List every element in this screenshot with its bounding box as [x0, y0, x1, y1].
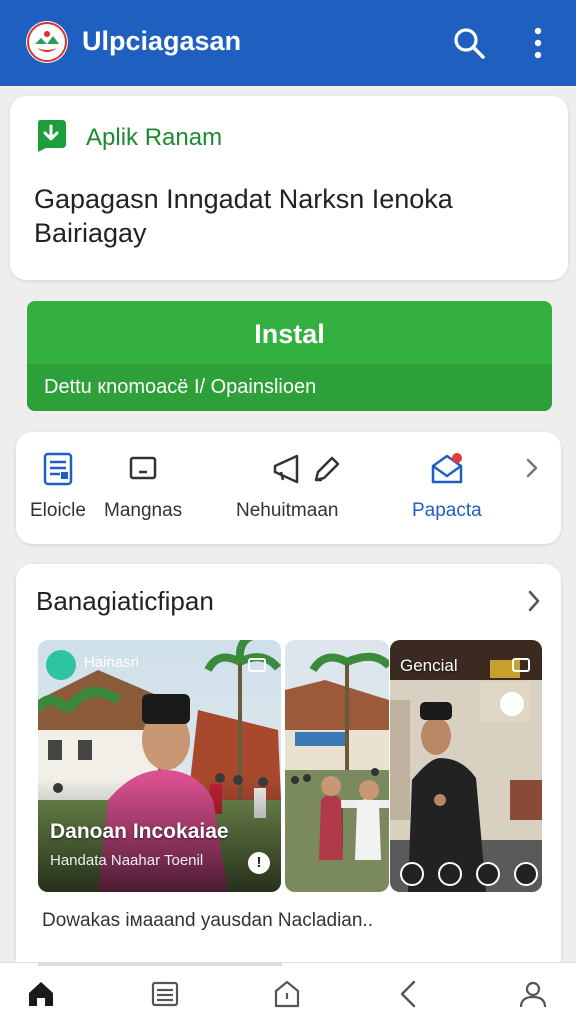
nav-profile[interactable] — [518, 979, 548, 1009]
quick-action-pen[interactable] — [310, 452, 342, 500]
app-title: Ulpciagasan — [82, 26, 242, 56]
tile-tag: Gencial — [400, 656, 458, 675]
tile-badge-icon — [46, 650, 76, 680]
quick-action-label: Mangnas — [104, 500, 183, 521]
logo-icon — [27, 22, 67, 62]
quick-actions-card: Eloicle Mangnas Nehuitmaan Papacta — [16, 432, 561, 544]
download-badge-icon — [34, 118, 68, 152]
gallery-icon[interactable] — [400, 862, 424, 886]
featured-section: Banagiatіcfipan Hainasri Danoan Incokaia… — [16, 564, 561, 984]
megaphone-icon — [273, 454, 299, 484]
quick-action-label: Nehuitmaan — [236, 500, 339, 521]
audio-icon[interactable] — [476, 862, 500, 886]
store-icon — [274, 980, 300, 1008]
section-caption: Dowakas iмaaand yausdan Nacladian.. — [42, 910, 373, 931]
home-icon — [29, 982, 53, 1006]
install-label: Instal — [254, 319, 325, 349]
nav-home[interactable] — [26, 979, 56, 1009]
list-icon — [151, 981, 179, 1007]
more-options-button[interactable] — [526, 24, 550, 62]
search-icon — [454, 28, 485, 59]
app-bar: Ulpciagasan — [0, 0, 576, 86]
install-button[interactable]: Instal Dettu кnоmоасё I/ Opainslioen — [27, 301, 552, 411]
app-logo — [26, 21, 68, 63]
section-title: Banagiatіcfipan — [36, 586, 214, 616]
search-button[interactable] — [450, 24, 488, 62]
featured-tile-main[interactable]: Hainasri Danoan Incokaiae Handata Naahar… — [38, 640, 281, 892]
tile-photo-image — [285, 640, 389, 892]
pen-icon — [314, 456, 340, 482]
more-vert-icon — [534, 27, 542, 59]
quick-action-tablet[interactable]: Mangnas — [104, 452, 182, 522]
chevron-right-icon — [526, 458, 538, 478]
quick-action-label: Eloicle — [30, 500, 86, 521]
tile-media-icon — [248, 658, 266, 672]
promo-card[interactable]: Aplik Ranam Gapagasn Inngadat Narksn Ien… — [10, 96, 568, 280]
install-sub-text: Dettu кnоmоасё I/ Opainslioen — [44, 376, 317, 398]
tablet-icon — [129, 456, 157, 480]
tile-photo-image — [390, 640, 542, 892]
quick-action-document[interactable]: Eloicle — [30, 452, 86, 522]
nav-store[interactable] — [272, 979, 302, 1009]
tile-alert-icon[interactable]: ! — [248, 852, 270, 874]
document-icon — [43, 452, 73, 486]
tile-title: Danoan Incokaiae — [50, 820, 229, 843]
promo-text: Gapagasn Inngadat Narksn Ienoka Bairiaga… — [34, 184, 453, 248]
info-icon[interactable] — [514, 862, 538, 886]
profile-icon — [519, 981, 547, 1008]
tile-subtitle: Handata Naahar Toenil — [50, 852, 204, 869]
quick-actions-next-button[interactable] — [522, 456, 542, 485]
tile-media-icon — [512, 658, 530, 672]
nav-back[interactable] — [394, 979, 424, 1009]
bottom-navigation — [0, 962, 576, 1024]
quick-action-mail[interactable]: Papacta — [412, 452, 482, 522]
section-more-button[interactable] — [524, 588, 544, 619]
promo-label: Aplik Ranam — [86, 124, 223, 151]
tile-tag: Hainasri — [84, 654, 140, 671]
nav-list[interactable] — [150, 979, 180, 1009]
nav-indicator — [38, 963, 282, 966]
mail-icon — [431, 453, 463, 484]
chevron-left-icon — [400, 980, 416, 1008]
featured-tile-video[interactable]: Gencial — [390, 640, 542, 892]
quick-action-label: Papacta — [412, 500, 482, 521]
chevron-right-icon — [528, 590, 540, 612]
share-icon[interactable] — [438, 862, 462, 886]
featured-tile-secondary[interactable] — [285, 640, 389, 892]
